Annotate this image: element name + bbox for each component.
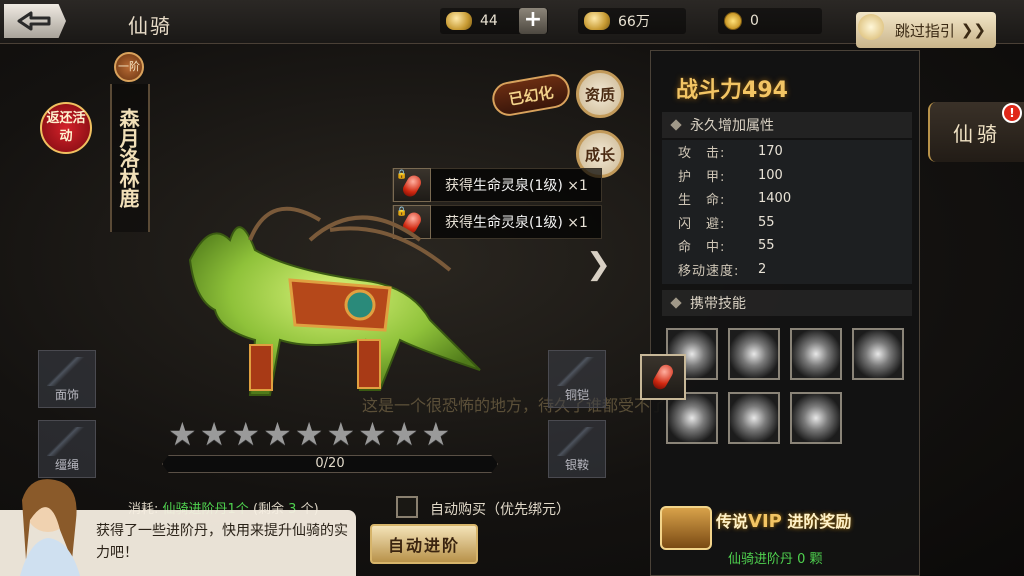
reward-item-name: 生命灵泉(1级) [473, 178, 563, 194]
advance-star-icon: ★ [389, 415, 419, 453]
recharge-plus-button[interactable]: + [519, 8, 547, 34]
combat-power-label: 战斗力 [676, 78, 743, 103]
stat-row: 移动速度: 2 [662, 258, 912, 282]
stat-value: 55 [758, 214, 775, 230]
silver-ingot-icon [584, 12, 610, 30]
guide-orb-icon [858, 14, 884, 40]
stat-key: 闪 避: [678, 216, 726, 232]
advance-star-icon: ★ [421, 415, 451, 453]
saddle-icon [557, 427, 597, 456]
silver-counter: 66万 [578, 8, 686, 34]
equip-slot-face[interactable]: 面饰 [38, 350, 96, 408]
vip-title-suffix: 进阶奖励 [787, 512, 852, 531]
advance-star-icon: ★ [168, 415, 197, 453]
permanent-attr-header: 永久增加属性 [662, 112, 912, 138]
transformed-badge[interactable]: 已幻化 [489, 71, 573, 119]
advance-star-icon: ★ [231, 415, 261, 453]
advance-stars: ★ ★ ★ ★ ★ ★ ★ ★ ★ [168, 418, 450, 450]
next-mount-arrow-icon[interactable]: ❯ [586, 248, 611, 282]
combat-power: 战斗力494 [676, 72, 788, 104]
aptitude-button[interactable]: 资质 [576, 70, 624, 118]
npc-guide-portrait [20, 479, 80, 576]
locked-item-icon[interactable] [640, 354, 686, 400]
alert-icon: ! [1002, 103, 1022, 123]
stat-key: 生 命: [678, 193, 726, 209]
armor-icon [557, 357, 597, 386]
equip-slot-label: 铜铠 [564, 388, 589, 402]
rank-badge: 一阶 [114, 52, 144, 82]
guide-dialog-text: 获得了一些进阶丹，快用来提升仙骑的实力吧！ [96, 523, 348, 561]
face-ornament-icon [47, 357, 87, 386]
skill-shield-icon[interactable] [728, 328, 780, 380]
stat-value: 2 [758, 261, 767, 277]
equip-slot-label: 银鞍 [564, 458, 589, 472]
mount-deer-model [188, 206, 481, 396]
stats-table: 攻 击: 170 护 甲: 100 生 命: 1400 闪 避: 55 命 中: 55 移… [662, 140, 912, 284]
advance-star-icon: ★ [294, 415, 324, 453]
stat-value: 1400 [758, 191, 792, 207]
lock-icon: 🔒 [396, 170, 408, 180]
skill-sprint-icon[interactable] [790, 328, 842, 380]
equip-slot-armor[interactable]: 铜铠 [548, 350, 606, 408]
reward-popup: 🔒 获得生命灵泉(1级) ×1 [392, 168, 602, 202]
stat-value: 55 [758, 238, 775, 254]
reward-count: ×1 [567, 215, 588, 231]
vip-title-vip: VIP [748, 511, 782, 532]
stat-row: 闪 避: 55 [662, 211, 912, 235]
gold-ingot-icon [446, 12, 472, 30]
stat-row: 攻 击: 170 [662, 140, 912, 164]
stat-key: 命 中: [678, 240, 726, 256]
combat-power-value: 494 [742, 78, 788, 103]
skill-comet-icon[interactable] [728, 392, 780, 444]
treasure-chest-icon[interactable] [660, 506, 712, 550]
skip-guide-button[interactable]: 跳过指引 ❯❯ [856, 12, 996, 48]
skills-header: 携带技能 [662, 290, 912, 316]
rebate-event-badge[interactable]: 返还活动 [40, 102, 92, 154]
back-button[interactable] [4, 4, 66, 38]
advance-star-icon: ★ [358, 415, 387, 453]
reins-icon [47, 427, 87, 456]
auto-buy-label: 自动购买（优先绑元） [430, 502, 570, 518]
equip-slot-saddle[interactable]: 银鞍 [548, 420, 606, 478]
stat-value: 100 [758, 167, 783, 183]
progress-text: 0/20 [315, 456, 345, 471]
double-chevron-right-icon: ❯❯ [960, 21, 986, 39]
stat-row: 命 中: 55 [662, 234, 912, 258]
stat-row: 生 命: 1400 [662, 187, 912, 211]
vip-pill-count: 仙骑进阶丹 0 颗 [728, 552, 823, 567]
stat-row: 护 甲: 100 [662, 164, 912, 188]
reward-count: ×1 [567, 178, 588, 194]
silver-value: 66万 [618, 14, 650, 30]
section-title: 永久增加属性 [690, 118, 774, 134]
stat-key: 移动速度: [678, 263, 740, 279]
coin-icon [724, 12, 742, 30]
vip-reward-title[interactable]: 传说VIP 进阶奖励 [716, 508, 851, 532]
life-spring-item-icon: 🔒 [393, 168, 431, 202]
vip-title-prefix: 传说 [716, 512, 749, 531]
mount-name: 森月洛林鹿 [110, 84, 150, 232]
back-arrow-icon [17, 11, 51, 31]
skill-burst-icon[interactable] [852, 328, 904, 380]
reward-prefix: 获得 [445, 178, 473, 194]
coin-value: 0 [750, 13, 759, 29]
advance-star-icon: ★ [199, 415, 229, 453]
skill-wing-icon[interactable] [790, 392, 842, 444]
coin-counter: 0 [718, 8, 822, 34]
page-title: 仙骑 [128, 14, 172, 38]
diamond-bullet-icon [670, 119, 682, 131]
diamond-bullet-icon [670, 297, 682, 309]
equip-slot-label: 面饰 [54, 388, 79, 402]
skip-guide-label: 跳过指引 [894, 21, 955, 40]
stat-key: 攻 击: [678, 146, 726, 162]
stat-value: 170 [758, 144, 783, 160]
background-flavor-text: 这是一个很恐怖的地方，待久了谁都受不了 [362, 396, 667, 415]
advance-star-icon: ★ [326, 415, 356, 453]
ingot-value: 44 [480, 13, 498, 29]
advance-star-icon: ★ [263, 415, 292, 453]
section-title: 携带技能 [690, 296, 746, 312]
auto-advance-button[interactable]: 自动进阶 [370, 524, 478, 564]
stat-key: 护 甲: [678, 169, 726, 185]
auto-buy-checkbox[interactable] [396, 496, 418, 518]
